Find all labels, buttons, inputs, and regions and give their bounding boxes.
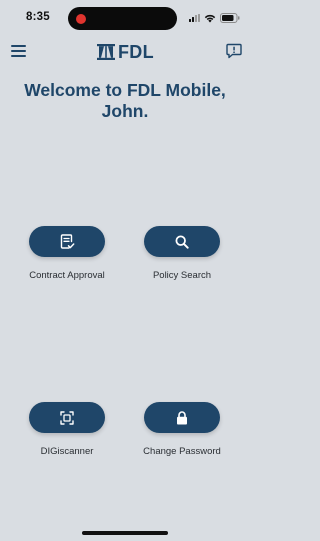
cellular-signal-icon xyxy=(189,14,200,22)
contract-approval-button[interactable] xyxy=(29,226,105,257)
policy-search-label: Policy Search xyxy=(152,270,212,281)
wifi-icon xyxy=(204,14,216,23)
fdl-logo-icon xyxy=(97,44,115,60)
brand-logo: FDL xyxy=(96,41,154,63)
app-screen: 8:35 FDL Welcome to FDL Mobile, John. Co… xyxy=(0,0,250,541)
feedback-exclamation-icon[interactable] xyxy=(226,43,242,59)
welcome-line-1: Welcome to FDL Mobile, xyxy=(24,80,226,100)
search-icon xyxy=(175,234,189,249)
lock-icon xyxy=(177,410,187,424)
welcome-heading: Welcome to FDL Mobile, John. xyxy=(0,80,250,122)
brand-name: FDL xyxy=(118,41,154,62)
policy-search-button[interactable] xyxy=(144,226,220,257)
digiscanner-tile[interactable]: DIGiscanner xyxy=(12,402,122,457)
change-password-label: Change Password xyxy=(143,446,221,457)
scan-frame-icon xyxy=(60,410,74,425)
home-indicator[interactable] xyxy=(82,531,168,535)
change-password-tile[interactable]: Change Password xyxy=(127,402,237,457)
status-icons xyxy=(189,12,240,24)
contract-approval-tile[interactable]: Contract Approval xyxy=(12,226,122,281)
contract-approval-label: Contract Approval xyxy=(29,270,105,281)
app-header: FDL xyxy=(0,36,250,68)
battery-icon xyxy=(220,13,240,23)
document-check-icon xyxy=(60,233,75,249)
status-time: 8:35 xyxy=(26,11,50,23)
change-password-button[interactable] xyxy=(144,402,220,433)
digiscanner-label: DIGiscanner xyxy=(40,446,94,457)
policy-search-tile[interactable]: Policy Search xyxy=(127,226,237,281)
hamburger-menu-icon[interactable] xyxy=(11,45,26,57)
digiscanner-button[interactable] xyxy=(29,402,105,433)
welcome-line-2: John. xyxy=(101,101,149,121)
dynamic-island xyxy=(68,7,177,30)
recording-indicator-icon xyxy=(76,13,86,24)
status-bar: 8:35 xyxy=(0,0,250,36)
